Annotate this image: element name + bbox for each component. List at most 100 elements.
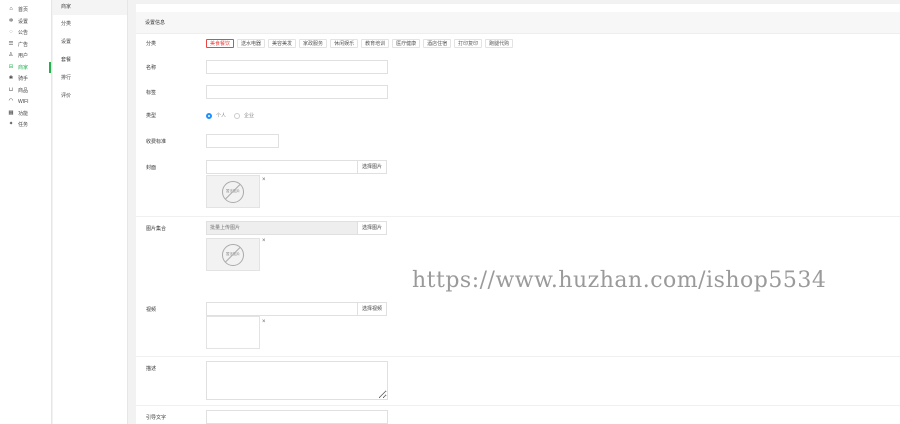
- gallery-thumbnail: 暂无图片: [206, 238, 260, 271]
- tag-row: 标签: [146, 85, 388, 99]
- subnav-item-1[interactable]: 分类: [53, 15, 127, 33]
- fee-label: 收费标准: [146, 138, 167, 145]
- sidebar-item-label: 骑手: [18, 76, 29, 83]
- category-chips: 美食餐饮 送水电器 美容美发 家政服务 休闲娱乐 教育培训 医疗健康 酒店住宿 打印复印 跑腿代购: [206, 39, 514, 48]
- category-chip[interactable]: 教育培训: [361, 39, 390, 48]
- name-label: 名称: [146, 64, 157, 71]
- video-label: 视频: [146, 306, 157, 313]
- user-icon: ♙: [8, 52, 14, 58]
- gallery-label: 图片集合: [146, 225, 167, 232]
- sidebar-item-label: 设置: [18, 18, 29, 25]
- home-icon: ⌂: [9, 6, 13, 12]
- sidebar-item-label: 商家: [18, 64, 29, 71]
- cover-remove-icon[interactable]: ×: [262, 177, 266, 183]
- sidebar-item-label: 首页: [18, 7, 29, 14]
- name-row: 名称: [146, 60, 388, 74]
- desc-label: 描述: [146, 366, 157, 372]
- category-chip[interactable]: 送水电器: [237, 39, 266, 48]
- sidebar-item-5[interactable]: ⊟ 商家: [0, 61, 51, 73]
- sidebar-item-label: 商品: [18, 87, 29, 94]
- type-option-enterprise: 企业: [244, 113, 255, 119]
- type-row: 类型 个人 企业: [146, 112, 258, 119]
- wifi-icon: ◠: [8, 98, 14, 104]
- sidebar-item-label: WIFI: [18, 98, 29, 105]
- main-content: 设置信息 分类 美食餐饮 送水电器 美容美发 家政服务 休闲娱乐 教育培训 医疗健康 酒店住宿…: [136, 4, 900, 424]
- category-chip[interactable]: 跑腿代购: [485, 39, 514, 48]
- category-row: 分类 美食餐饮 送水电器 美容美发 家政服务 休闲娱乐 教育培训 医疗健康 酒店住宿 打印复印跑…: [146, 39, 514, 48]
- sidebar-item-8[interactable]: ◠ WIFI: [0, 96, 51, 108]
- no-image-icon: 暂无图片: [222, 243, 244, 266]
- video-remove-icon[interactable]: ×: [262, 319, 266, 325]
- fee-input[interactable]: [206, 134, 279, 148]
- subnav-item-4[interactable]: 排行: [53, 69, 127, 87]
- tag-label: 标签: [146, 89, 157, 96]
- fee-row: 收费标准: [146, 134, 279, 148]
- panel-title: 设置信息: [136, 12, 900, 34]
- video-thumbnail: [206, 316, 260, 349]
- gallery-input[interactable]: [206, 221, 358, 235]
- video-select-button[interactable]: 选择视频: [358, 302, 388, 316]
- rider-icon: ❀: [8, 75, 14, 81]
- sidebar-item-label: 广告: [18, 41, 29, 48]
- subnav-item-2[interactable]: 设置: [53, 33, 127, 51]
- type-radio-group: 个人 企业: [206, 112, 258, 119]
- intro-input[interactable]: [206, 410, 388, 424]
- cover-label: 封面: [146, 164, 157, 171]
- type-option-personal: 个人: [216, 113, 227, 119]
- sidebar-item-label: 公告: [18, 30, 29, 37]
- gallery-select-button[interactable]: 选择图片: [358, 221, 388, 235]
- type-radio-personal[interactable]: [206, 112, 212, 119]
- no-image-icon: 暂无图片: [222, 180, 244, 203]
- sidebar-item-3[interactable]: ☰ 广告: [0, 39, 51, 51]
- cart-icon: ⊔: [8, 86, 14, 93]
- video-input[interactable]: [206, 302, 358, 316]
- category-chip[interactable]: 家政服务: [299, 39, 328, 48]
- sidebar-item-0[interactable]: ⌂ 首页: [0, 4, 51, 16]
- task-icon: ✦: [8, 121, 14, 127]
- sidebar-item-6[interactable]: ❀ 骑手: [0, 73, 51, 85]
- sub-nav: 商家 分类 设置 套餐 排行 评价: [53, 0, 128, 424]
- category-chip[interactable]: 美容美发: [268, 39, 297, 48]
- sidebar-item-label: 功能: [18, 110, 29, 117]
- sidebar-item-2[interactable]: ◌ 公告: [0, 27, 51, 39]
- cover-select-button[interactable]: 选择图片: [358, 160, 388, 174]
- gallery-remove-icon[interactable]: ×: [262, 238, 266, 244]
- sidebar-item-1[interactable]: ✲ 设置: [0, 16, 51, 28]
- sidebar-item-10[interactable]: ✦ 任务: [0, 119, 51, 131]
- category-chip[interactable]: 美食餐饮: [206, 39, 235, 48]
- grid-icon: ▦: [8, 109, 14, 116]
- gallery-row: 图片集合 选择图片: [146, 221, 388, 235]
- category-chip[interactable]: 休闲娱乐: [330, 39, 359, 48]
- divider: [136, 356, 900, 357]
- intro-row: 引导文字: [146, 410, 388, 424]
- category-chip[interactable]: 打印复印: [454, 39, 483, 48]
- video-row: 视频 选择视频: [146, 302, 388, 316]
- cover-input[interactable]: [206, 160, 358, 174]
- tag-input[interactable]: [206, 85, 388, 99]
- divider: [136, 216, 900, 217]
- desc-textarea[interactable]: [206, 361, 388, 400]
- cover-thumbnail: 暂无图片: [206, 175, 260, 208]
- sidebar-item-4[interactable]: ♙ 用户: [0, 50, 51, 62]
- main-sidebar: ⌂ 首页 ✲ 设置 ◌ 公告 ☰ 广告 ♙ 用户 ⊟ 商家 ❀ 骑手 ⊔ 商品 ◠ WIFI ▦ 功能 ✦ 任务: [0, 0, 52, 424]
- sidebar-item-9[interactable]: ▦ 功能: [0, 108, 51, 120]
- category-label: 分类: [146, 41, 157, 47]
- sidebar-item-label: 用户: [18, 53, 29, 60]
- type-label: 类型: [146, 113, 157, 119]
- sidebar-item-label: 任务: [18, 122, 29, 129]
- subnav-item-0[interactable]: 商家: [53, 0, 127, 15]
- watermark-text: https://www.huzhan.com/ishop5534: [412, 268, 827, 293]
- type-radio-enterprise[interactable]: [234, 112, 241, 119]
- subnav-item-3[interactable]: 套餐: [53, 51, 127, 69]
- name-input[interactable]: [206, 60, 388, 74]
- category-chip[interactable]: 酒店住宿: [423, 39, 452, 48]
- subnav-item-5[interactable]: 评价: [53, 87, 127, 105]
- ad-icon: ☰: [8, 40, 14, 47]
- shop-icon: ⊟: [8, 63, 14, 70]
- intro-label: 引导文字: [146, 414, 167, 421]
- gear-icon: ✲: [8, 17, 14, 24]
- divider: [136, 405, 900, 406]
- category-chip[interactable]: 医疗健康: [392, 39, 421, 48]
- sidebar-item-7[interactable]: ⊔ 商品: [0, 85, 51, 97]
- bell-icon: ◌: [9, 29, 13, 35]
